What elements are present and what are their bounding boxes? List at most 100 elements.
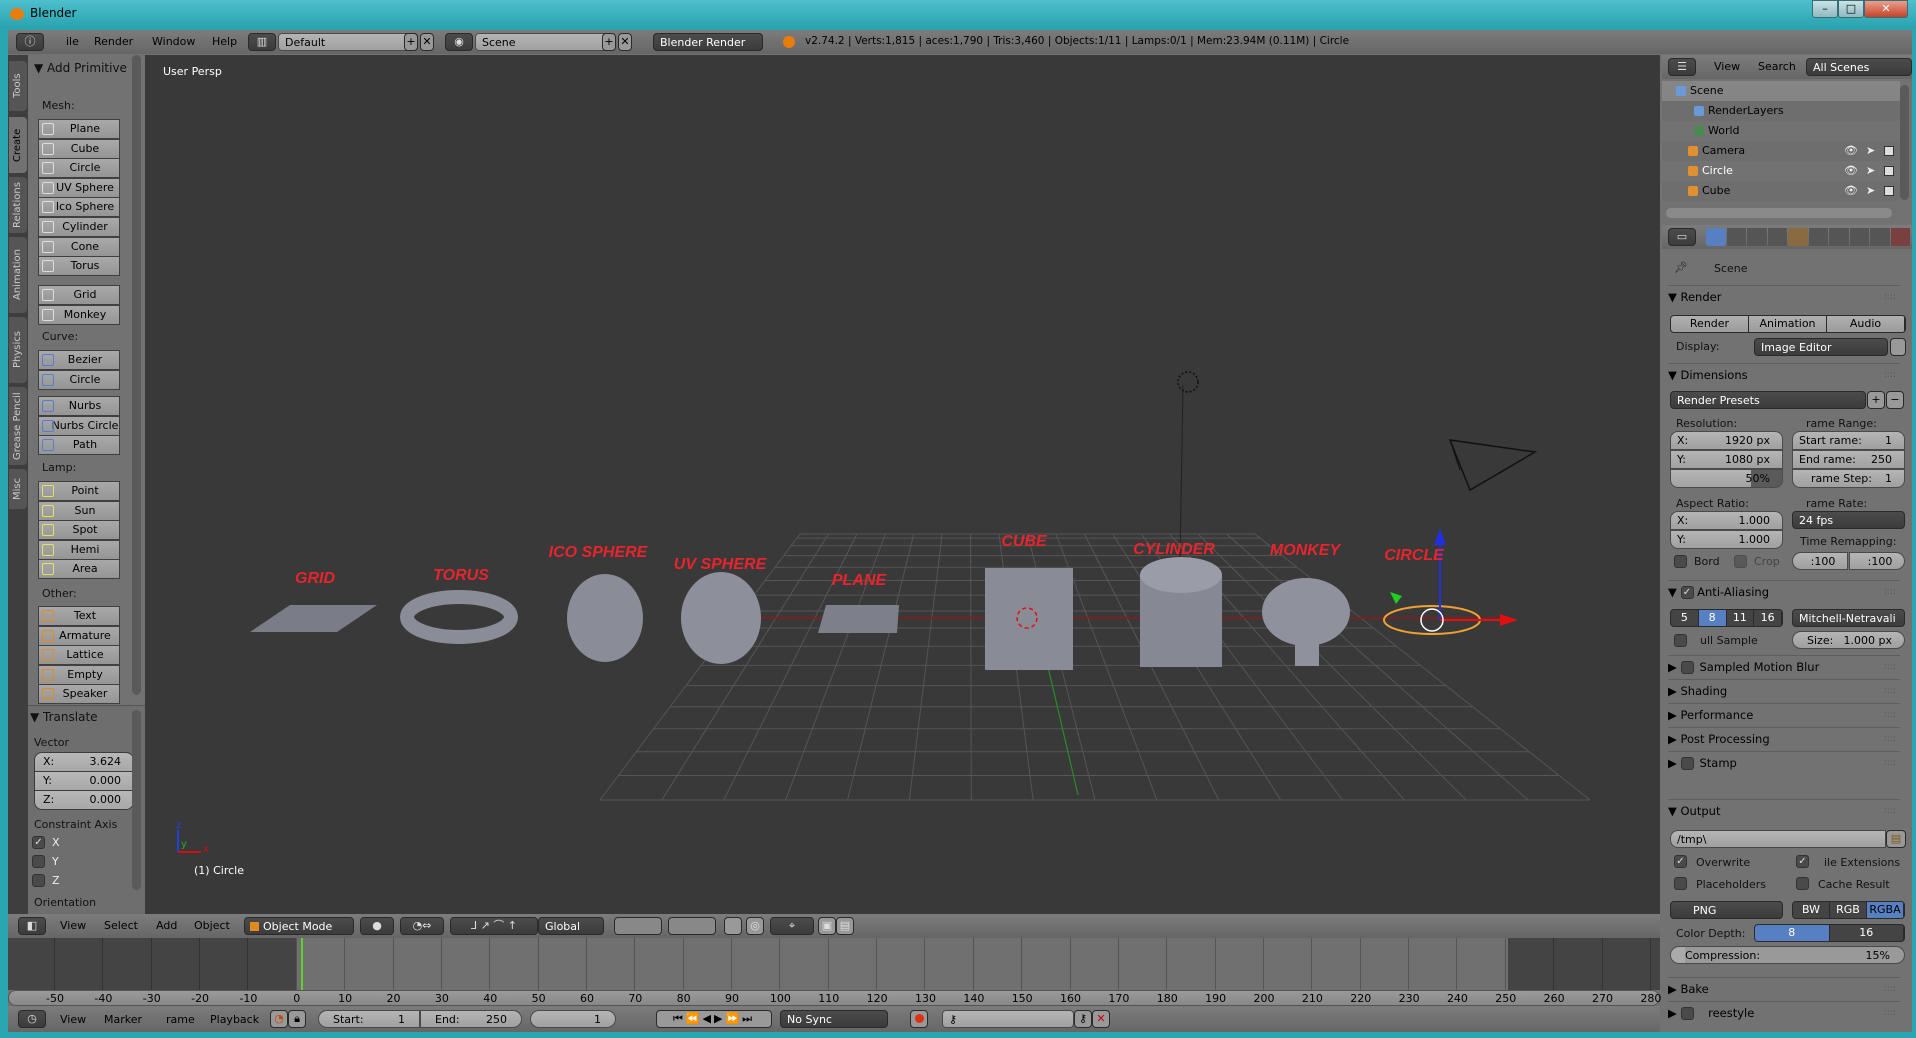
- maximize-button[interactable]: □: [1838, 0, 1864, 18]
- file-extensions-checkbox[interactable]: ✓: [1796, 855, 1809, 868]
- renderable-camera-icon[interactable]: [1884, 166, 1894, 176]
- transform-orientation-dropdown[interactable]: Global: [538, 917, 604, 935]
- add-cylinder-button[interactable]: Cylinder: [38, 217, 120, 237]
- resolution-percentage-slider[interactable]: 50%: [1670, 469, 1783, 488]
- selectable-cursor-icon[interactable]: ➤: [1866, 161, 1875, 181]
- add-circle-button[interactable]: Circle: [38, 369, 120, 390]
- selectable-cursor-icon[interactable]: ➤: [1866, 141, 1875, 161]
- modifiers-tab-icon[interactable]: [1829, 228, 1849, 246]
- add-layout-icon[interactable]: +: [404, 33, 418, 51]
- outliner-row-circle[interactable]: Circle 👁︎ ➤: [1662, 161, 1900, 181]
- anti-aliasing-checkbox[interactable]: ✓: [1680, 586, 1694, 599]
- add-text-button[interactable]: Text: [38, 606, 120, 626]
- current-frame-field[interactable]: 1: [530, 1010, 616, 1028]
- menu-add[interactable]: Add: [156, 919, 177, 932]
- 3d-viewport[interactable]: User Persp zyx GRID TORUS ICO SPHERE UV SPH…: [145, 55, 1660, 914]
- screen-layout-icon[interactable]: ▥: [248, 33, 276, 51]
- constraint-y-checkbox[interactable]: [32, 855, 45, 868]
- tab-create[interactable]: Create: [9, 117, 27, 173]
- y-manipulator-arrow[interactable]: [1390, 592, 1402, 604]
- menu-playback[interactable]: Playback: [210, 1013, 259, 1026]
- render-layers-tab-icon[interactable]: [1726, 228, 1746, 246]
- lock-interface-icon[interactable]: [1890, 338, 1906, 356]
- color-mode-bw[interactable]: BW: [1793, 902, 1830, 918]
- color-mode-rgb[interactable]: RGB: [1830, 902, 1867, 918]
- folder-icon[interactable]: ▤: [1886, 830, 1906, 848]
- add-point-button[interactable]: Point: [38, 481, 120, 501]
- outliner-row-renderlayers[interactable]: RenderLayers: [1662, 101, 1900, 121]
- sync-dropdown[interactable]: No Sync: [780, 1010, 888, 1028]
- pivot-dropdown[interactable]: ◔⇔: [400, 917, 444, 935]
- add-scene-icon[interactable]: +: [602, 33, 616, 51]
- aspect-x-field[interactable]: X: 1.000: [1670, 511, 1783, 530]
- plane-object[interactable]: [818, 605, 899, 633]
- tab-grease-pencil[interactable]: Grease Pencil: [9, 387, 27, 465]
- render-button[interactable]: Render: [1671, 316, 1749, 332]
- add-monkey-button[interactable]: Monkey: [38, 304, 120, 325]
- stamp-section-header[interactable]: ▶ Stamp::::: [1668, 751, 1900, 773]
- add-speaker-button[interactable]: Speaker: [38, 684, 120, 705]
- snap-dropdown[interactable]: ⌖: [770, 917, 814, 935]
- lock-icon[interactable]: 🔒︎: [288, 1010, 306, 1028]
- vector-z-field[interactable]: Z: 0.000: [34, 790, 134, 810]
- menu-object[interactable]: Object: [194, 919, 230, 932]
- color-depth-16[interactable]: 16: [1830, 925, 1904, 941]
- animation-button[interactable]: Animation: [1749, 316, 1827, 332]
- add-sun-button[interactable]: Sun: [38, 500, 120, 521]
- z-manipulator-arrow[interactable]: [1434, 528, 1446, 545]
- constraints-tab-icon[interactable]: [1808, 228, 1828, 246]
- texture-tab-icon[interactable]: [1890, 228, 1910, 246]
- outliner-hscrollbar[interactable]: [1666, 208, 1892, 218]
- mode-dropdown[interactable]: Object Mode: [244, 917, 354, 935]
- object-tab-icon[interactable]: [1788, 228, 1808, 246]
- menu-view[interactable]: View: [60, 919, 86, 932]
- torus-object[interactable]: [400, 590, 518, 644]
- end-frame-field[interactable]: End: 250: [420, 1010, 522, 1028]
- render-section-header[interactable]: ▼ Render::::: [1668, 285, 1900, 307]
- renderable-camera-icon[interactable]: [1884, 146, 1894, 156]
- properties-editor-icon[interactable]: ▭: [1668, 228, 1696, 246]
- display-mode-dropdown[interactable]: All Scenes: [1806, 58, 1912, 76]
- visibility-eye-icon[interactable]: 👁︎: [1844, 161, 1858, 181]
- constraint-x-checkbox[interactable]: ✓: [32, 836, 45, 849]
- timeline-area[interactable]: [8, 938, 1660, 990]
- layers-grid-1[interactable]: [614, 917, 662, 935]
- add-area-button[interactable]: Area: [38, 559, 120, 580]
- outliner-row-world[interactable]: World: [1662, 121, 1900, 141]
- close-button[interactable]: ✕: [1864, 0, 1908, 18]
- layers-grid-2[interactable]: [668, 917, 716, 935]
- dimensions-section-header[interactable]: ▼ Dimensions::::: [1668, 363, 1900, 385]
- aa-samples-5[interactable]: 5: [1671, 610, 1699, 626]
- shading-dropdown[interactable]: ●: [360, 917, 394, 935]
- add-grid-button[interactable]: Grid: [38, 285, 120, 305]
- stamp-checkbox[interactable]: [1680, 757, 1694, 770]
- freestyle-section-header[interactable]: ▶ reestyle::::: [1668, 1001, 1900, 1023]
- file-format-dropdown[interactable]: PNG: [1670, 901, 1783, 919]
- proportional-edit-icon[interactable]: ◎: [746, 917, 764, 935]
- renderable-camera-icon[interactable]: [1884, 186, 1894, 196]
- audio-button[interactable]: Audio: [1827, 316, 1905, 332]
- delete-layout-icon[interactable]: ✕: [420, 33, 434, 51]
- remap-old-field[interactable]: :100: [1792, 552, 1848, 570]
- insert-keyframe-icon[interactable]: ⚷: [1074, 1010, 1092, 1028]
- add-bezier-button[interactable]: Bezier: [38, 350, 120, 370]
- aa-filter-dropdown[interactable]: Mitchell-Netravali: [1792, 609, 1905, 627]
- outliner-editor-icon[interactable]: ☰: [1668, 58, 1696, 76]
- tab-tools[interactable]: Tools: [9, 61, 27, 111]
- lamp-object[interactable]: [1177, 371, 1199, 393]
- minimize-button[interactable]: –: [1812, 0, 1838, 18]
- frame-start-field[interactable]: Start rame: 1: [1792, 431, 1905, 450]
- resolution-x-field[interactable]: X: 1920 px: [1670, 431, 1783, 450]
- aa-samples-16[interactable]: 16: [1754, 610, 1782, 626]
- add-primitive-title[interactable]: Add Primitive: [47, 61, 127, 75]
- placeholders-checkbox[interactable]: [1674, 877, 1687, 890]
- add-nurbs-curve-button[interactable]: Nurbs Curve: [38, 396, 120, 430]
- add-cube-button[interactable]: Cube: [38, 138, 120, 159]
- menu-help[interactable]: Help: [212, 35, 237, 48]
- scene-field[interactable]: Scene: [475, 33, 615, 51]
- add-circle-button[interactable]: Circle: [38, 158, 120, 179]
- aa-samples-8[interactable]: 8: [1698, 610, 1727, 626]
- menu-view[interactable]: View: [60, 1013, 86, 1026]
- compression-slider[interactable]: Compression: 15%: [1670, 946, 1905, 964]
- cache-result-checkbox[interactable]: [1796, 877, 1809, 890]
